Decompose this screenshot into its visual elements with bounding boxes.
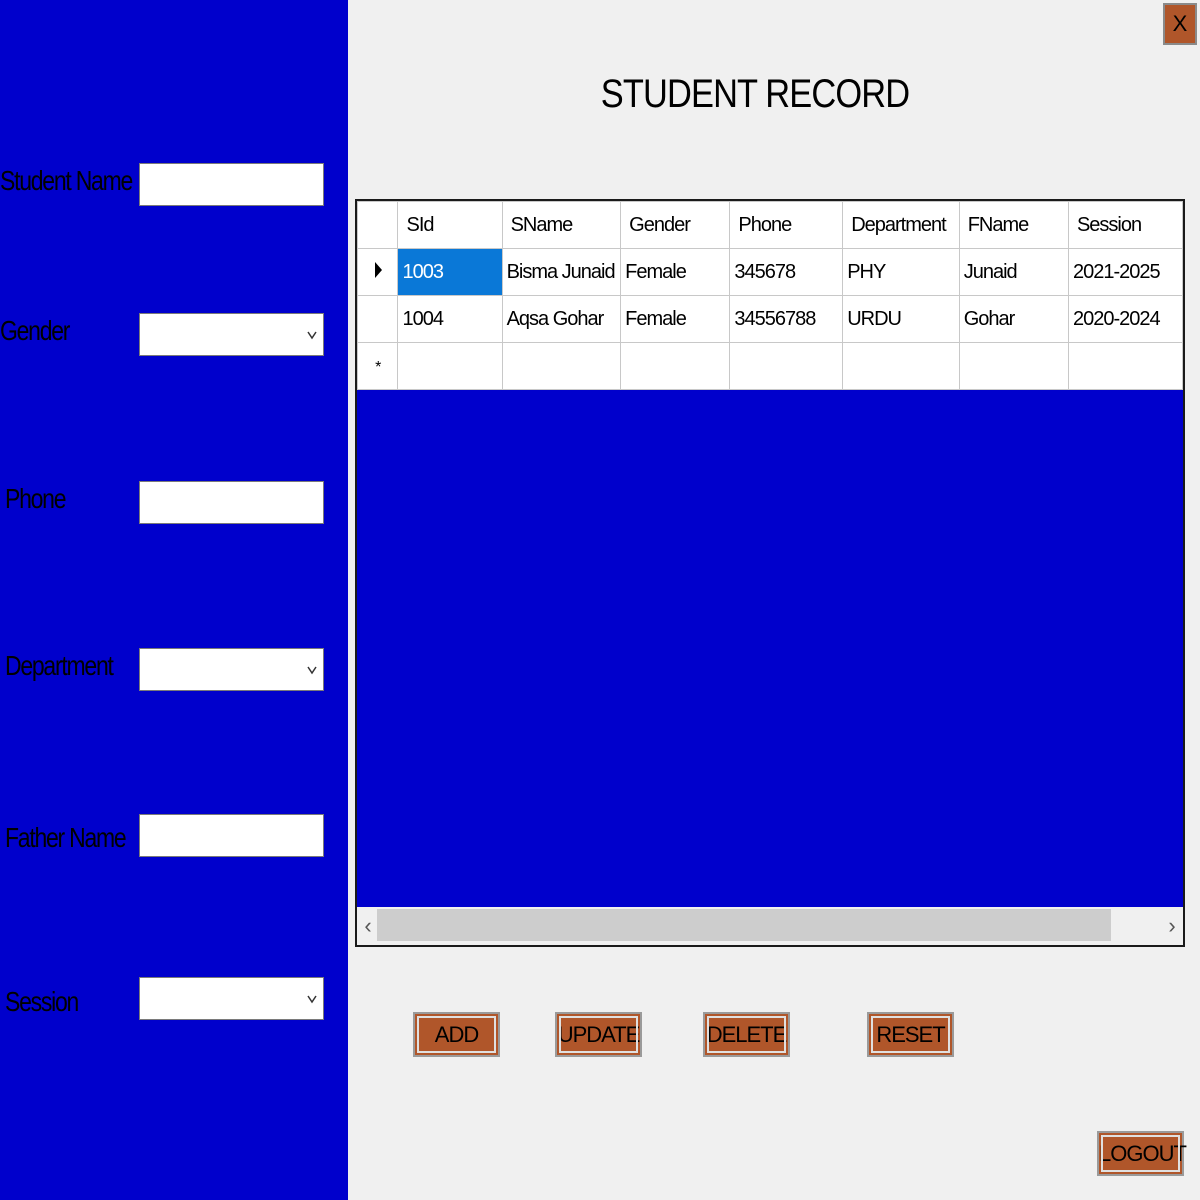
chevron-down-icon [307,666,317,675]
new-row-marker: * [375,358,381,376]
page-title: STUDENT RECORD [600,72,910,116]
row-header-current[interactable] [357,248,399,296]
form-panel: Student Name Gender Phone Department Fat… [0,0,348,1200]
column-header-department[interactable]: Department [842,201,960,249]
chevron-down-icon [307,995,317,1004]
table-cell[interactable]: 345678 [729,248,844,296]
column-header-sid[interactable]: SId [397,201,503,249]
table-row[interactable]: 1003 Bisma Junaid Female 345678 PHY Juna… [357,248,1183,296]
table-row[interactable]: 1004 Aqsa Gohar Female 34556788 URDU Goh… [357,295,1183,343]
table-cell[interactable] [842,342,960,390]
table-cell[interactable] [620,342,731,390]
student-name-label: Student Name [0,165,133,196]
table-cell[interactable]: 2021-2025 [1067,248,1183,296]
table-cell[interactable] [1067,342,1183,390]
department-label: Department [5,650,114,681]
horizontal-scrollbar[interactable]: ‹ › [357,907,1183,945]
table-cell[interactable]: Aqsa Gohar [501,295,622,343]
chevron-down-icon [307,331,317,340]
grid-corner-header[interactable] [357,201,399,249]
column-header-gender[interactable]: Gender [620,201,731,249]
table-cell[interactable]: 2020-2024 [1067,295,1183,343]
gender-label: Gender [0,315,70,346]
column-header-phone[interactable]: Phone [729,201,844,249]
session-select[interactable] [139,977,324,1020]
table-cell[interactable] [501,342,622,390]
logout-button[interactable]: LOGOUT [1097,1131,1187,1176]
table-cell[interactable]: PHY [842,248,960,296]
father-name-label: Father Name [5,822,127,853]
student-data-grid[interactable]: SId SName Gender Phone Department FName … [355,199,1185,947]
update-button[interactable]: UPDATE [555,1012,642,1057]
table-cell[interactable]: Female [620,248,731,296]
reset-button[interactable]: RESET [867,1012,954,1057]
table-cell[interactable] [397,342,503,390]
session-label: Session [5,986,79,1017]
gender-select[interactable] [139,313,324,356]
table-cell[interactable]: Gohar [958,295,1069,343]
father-name-input[interactable] [139,814,324,857]
student-name-input[interactable] [139,163,324,206]
table-cell[interactable]: Bisma Junaid [501,248,622,296]
table-cell[interactable]: 34556788 [729,295,844,343]
column-header-sname[interactable]: SName [501,201,622,249]
grid-table: SId SName Gender Phone Department FName … [357,201,1183,390]
grid-header-row: SId SName Gender Phone Department FName … [357,201,1183,249]
row-header[interactable] [357,295,399,343]
phone-label: Phone [5,483,66,514]
table-cell[interactable] [729,342,844,390]
phone-input[interactable] [139,481,324,524]
table-cell[interactable]: Female [620,295,731,343]
table-cell[interactable]: Junaid [958,248,1069,296]
column-header-fname[interactable]: FName [958,201,1069,249]
scroll-right-icon[interactable]: › [1163,913,1181,939]
table-cell[interactable] [958,342,1069,390]
department-select[interactable] [139,648,324,691]
table-cell[interactable]: 1003 [397,248,503,296]
close-button[interactable]: X [1163,3,1197,45]
column-header-session[interactable]: Session [1067,201,1183,249]
new-row-header[interactable]: * [357,342,399,390]
scrollbar-thumb[interactable] [377,909,1111,941]
delete-button[interactable]: DELETE [703,1012,790,1057]
table-cell[interactable]: 1004 [397,295,503,343]
current-row-arrow-icon [375,261,383,278]
scroll-left-icon[interactable]: ‹ [359,913,377,939]
new-row[interactable]: * [357,342,1183,390]
table-cell[interactable]: URDU [842,295,960,343]
add-button[interactable]: ADD [413,1012,500,1057]
